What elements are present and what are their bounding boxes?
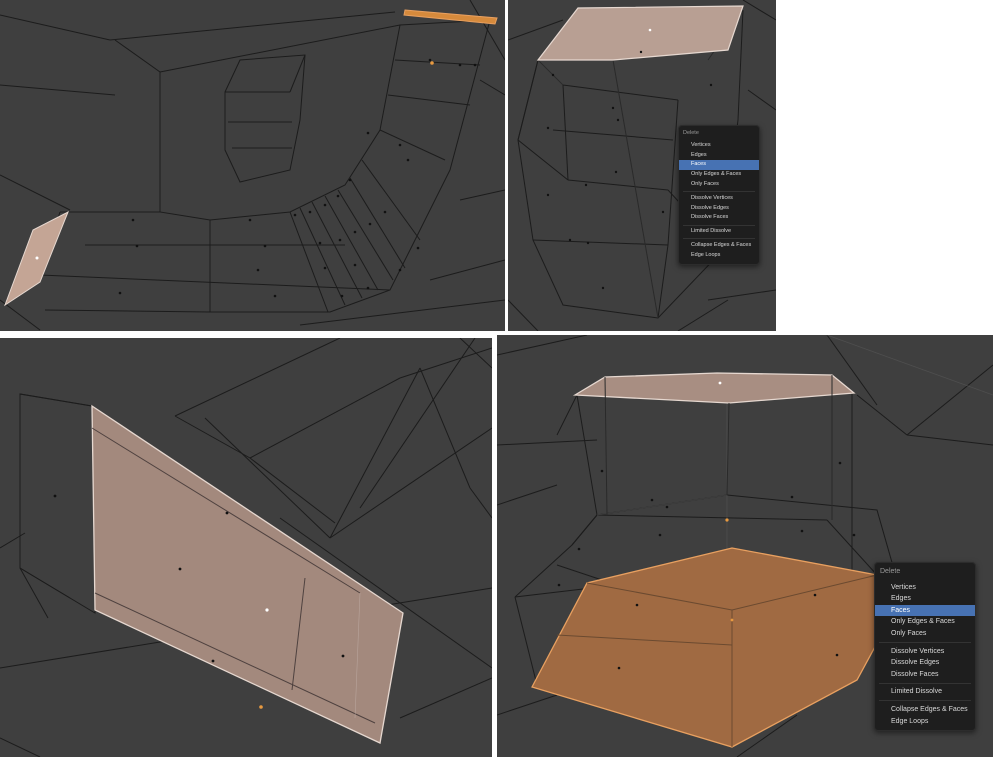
menu-item-only-edges-faces[interactable]: Only Edges & Faces [875,616,975,628]
menu-separator [683,238,755,240]
menu-item-vertices[interactable]: Vertices [875,582,975,594]
menu-item-edges[interactable]: Edges [875,593,975,605]
menu-item-edge-loops[interactable]: Edge Loops [875,716,975,728]
menu-item-edge-loops[interactable]: Edge Loops [679,251,759,261]
menu-item-faces[interactable]: Faces [679,160,759,171]
delete-menu-title: Delete [683,130,699,136]
viewport-delete-menu-small[interactable]: Delete Vertices Edges Faces Only Edges & Fac… [508,0,776,331]
menu-item-dissolve-faces[interactable]: Dissolve Faces [875,669,975,681]
viewport-face-selected[interactable] [0,338,492,757]
selected-face-top [572,372,856,404]
menu-item-only-edges-faces[interactable]: Only Edges & Faces [679,170,759,180]
menu-item-dissolve-edges[interactable]: Dissolve Edges [679,204,759,214]
menu-item-edges[interactable]: Edges [679,151,759,161]
menu-item-dissolve-vertices[interactable]: Dissolve Vertices [679,194,759,204]
selected-face-bottom [531,547,903,748]
menu-separator [683,191,755,193]
menu-separator [683,224,755,226]
menu-item-only-faces[interactable]: Only Faces [679,180,759,190]
menu-item-limited-dissolve[interactable]: Limited Dissolve [875,686,975,698]
menu-separator [879,642,971,644]
delete-menu-title: Delete [880,568,901,575]
menu-item-dissolve-faces[interactable]: Dissolve Faces [679,213,759,223]
menu-item-collapse-edges-faces[interactable]: Collapse Edges & Faces [679,241,759,251]
menu-item-only-faces[interactable]: Only Faces [875,628,975,640]
mesh-wireframe [0,338,492,757]
menu-item-dissolve-vertices[interactable]: Dissolve Vertices [875,646,975,658]
menu-separator [879,682,971,684]
delete-menu: Delete Vertices Edges Faces Only Edges & Fac… [874,562,976,732]
viewport-delete-menu-large[interactable]: Delete Vertices Edges Faces Only Edges & Fac… [497,335,993,757]
menu-item-vertices[interactable]: Vertices [679,141,759,151]
menu-item-collapse-edges-faces[interactable]: Collapse Edges & Faces [875,704,975,716]
delete-menu: Delete Vertices Edges Faces Only Edges & Fac… [678,125,760,265]
menu-item-limited-dissolve[interactable]: Limited Dissolve [679,227,759,237]
viewport-edge-selected[interactable] [0,0,505,331]
mesh-wireframe [0,0,505,331]
menu-item-dissolve-edges[interactable]: Dissolve Edges [875,657,975,669]
menu-separator [879,700,971,702]
menu-item-faces[interactable]: Faces [875,604,975,617]
